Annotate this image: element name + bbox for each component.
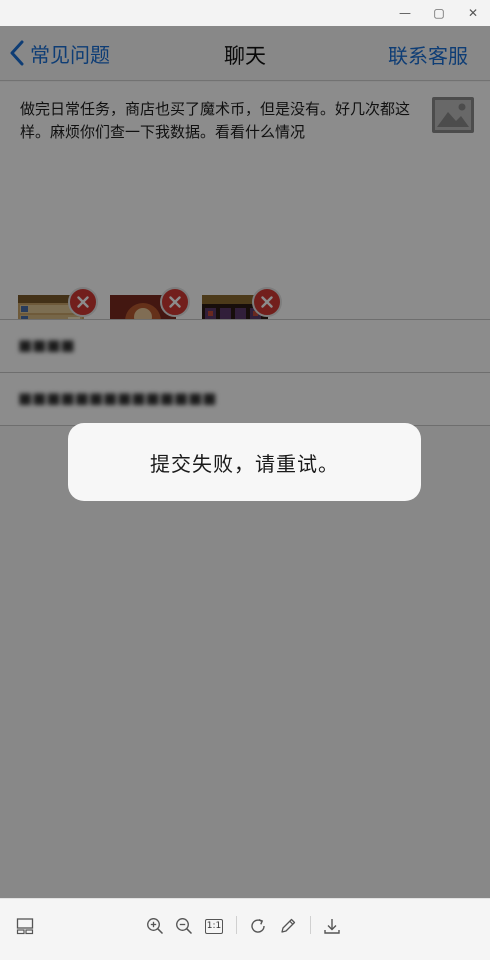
edit-icon[interactable] — [278, 916, 298, 936]
error-toast: 提交失败，请重试。 — [68, 423, 421, 501]
viewer-toolbar: 1:1 — [0, 898, 490, 960]
window-title-bar: — ▢ ✕ — [0, 0, 490, 26]
minimize-button[interactable]: — — [388, 0, 422, 26]
maximize-button[interactable]: ▢ — [422, 0, 456, 26]
download-icon[interactable] — [322, 916, 342, 936]
zoom-in-icon[interactable] — [145, 916, 165, 936]
rotate-icon[interactable] — [248, 916, 268, 936]
actual-size-label: 1:1 — [205, 918, 223, 934]
zoom-out-icon[interactable] — [174, 916, 194, 936]
actual-size-icon[interactable]: 1:1 — [204, 916, 224, 936]
close-button[interactable]: ✕ — [456, 0, 490, 26]
toolbar-divider — [310, 916, 311, 934]
thumbnail-strip-icon[interactable] — [15, 916, 35, 936]
toolbar-divider — [236, 916, 237, 934]
